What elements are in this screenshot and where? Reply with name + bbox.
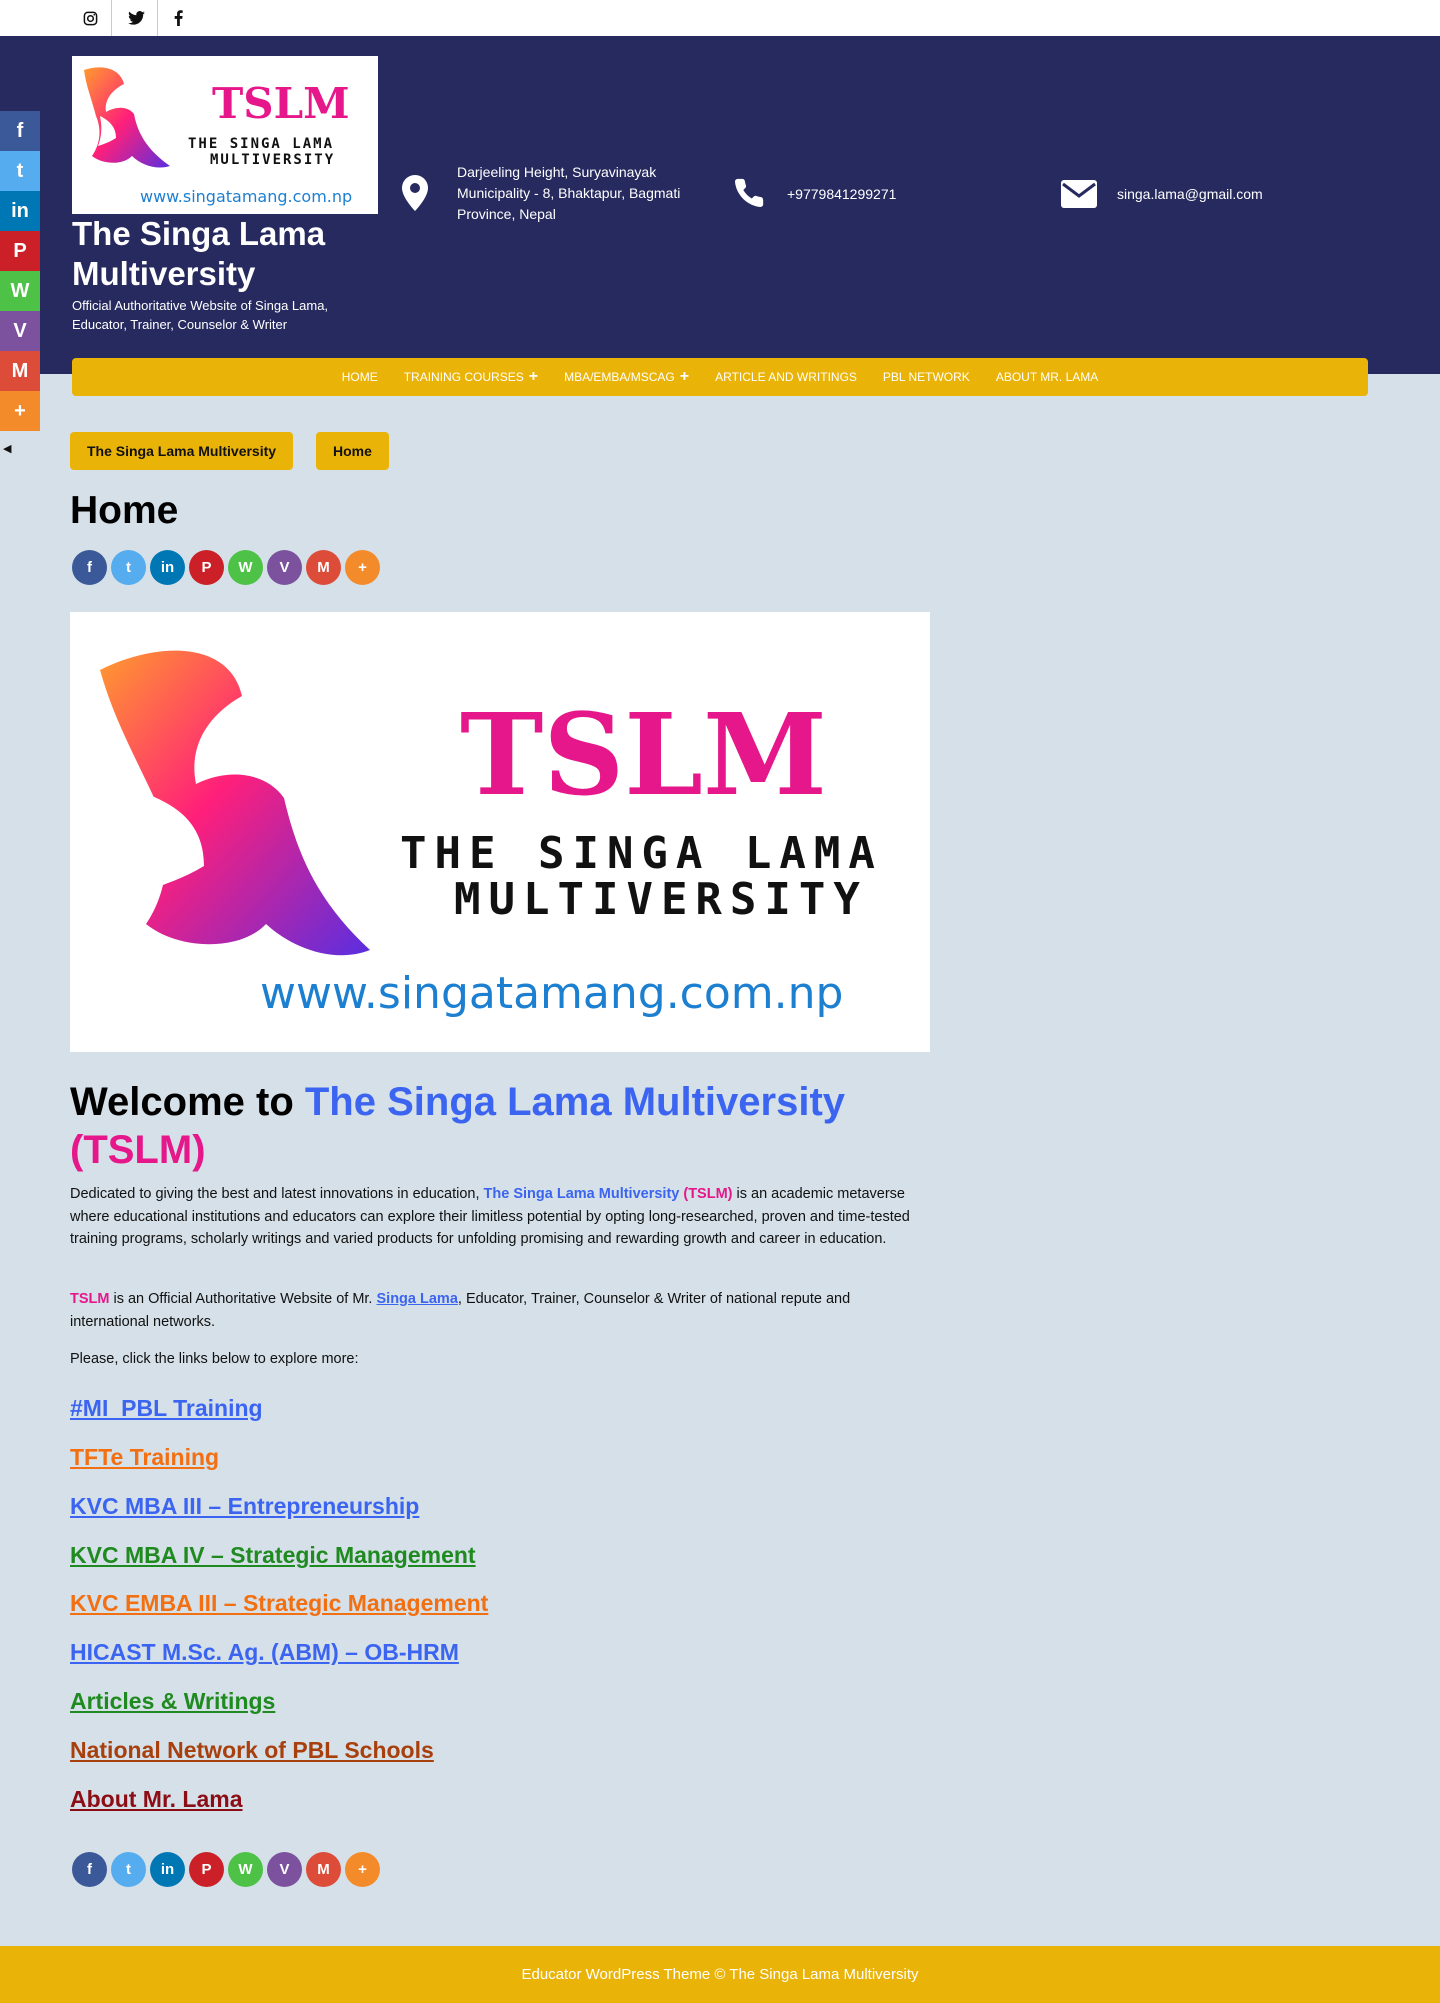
twitter-icon[interactable]: t bbox=[111, 550, 146, 585]
welcome-abbr: (TSLM) bbox=[70, 1128, 206, 1172]
nav-label: ABOUT MR. LAMA bbox=[995, 370, 1099, 384]
gmail-icon[interactable]: M bbox=[0, 351, 40, 391]
site-title[interactable]: The Singa Lama Multiversity bbox=[72, 214, 372, 294]
logo-text: www.singatamang.com.np bbox=[140, 187, 352, 206]
nav-item-about[interactable]: ABOUT MR. LAMA bbox=[996, 370, 1098, 384]
facebook-icon[interactable] bbox=[155, 0, 201, 36]
nav-label: ARTICLE AND WRITINGS bbox=[715, 370, 857, 384]
hero-logo-image: TSLM THE SINGA LAMA MULTIVERSITY www.sin… bbox=[70, 612, 930, 1052]
link-about-mr-lama[interactable]: About Mr. Lama bbox=[70, 1786, 243, 1813]
twitter-icon[interactable]: t bbox=[111, 1852, 146, 1887]
logo-text: www.singatamang.com.np bbox=[260, 968, 843, 1019]
viber-icon[interactable]: V bbox=[267, 1852, 302, 1887]
nav-label: TRAINING COURSES bbox=[403, 370, 524, 384]
share-buttons-top: f t in P W V M + bbox=[72, 550, 380, 585]
twitter-icon[interactable] bbox=[113, 0, 159, 36]
location-pin-icon bbox=[402, 175, 428, 216]
link-articles-writings[interactable]: Articles & Writings bbox=[70, 1688, 275, 1715]
link-kvc-mba-iv[interactable]: KVC MBA IV – Strategic Management bbox=[70, 1542, 476, 1569]
twitter-icon[interactable]: t bbox=[0, 151, 40, 191]
whatsapp-icon[interactable]: W bbox=[0, 271, 40, 311]
site-logo[interactable]: TSLM THE SINGA LAMA MULTIVERSITY www.sin… bbox=[72, 56, 378, 214]
facebook-icon[interactable]: f bbox=[0, 111, 40, 151]
link-mi-pbl-training[interactable]: #MI_PBL Training bbox=[70, 1395, 263, 1422]
breadcrumb-current[interactable]: Home bbox=[316, 432, 389, 470]
link-tfte-training[interactable]: TFTe Training bbox=[70, 1444, 219, 1471]
instagram-icon[interactable] bbox=[67, 0, 113, 36]
pinterest-icon[interactable]: P bbox=[0, 231, 40, 271]
nav-label: MBA/EMBA/MSCAG bbox=[564, 370, 675, 384]
top-social-bar bbox=[0, 0, 1440, 36]
link-pbl-schools[interactable]: National Network of PBL Schools bbox=[70, 1737, 434, 1764]
linkedin-icon[interactable]: in bbox=[0, 191, 40, 231]
site-footer: Educator WordPress Theme © The Singa Lam… bbox=[0, 1946, 1440, 2003]
site-tagline: Official Authoritative Website of Singa … bbox=[72, 298, 329, 332]
linkedin-icon[interactable]: in bbox=[150, 550, 185, 585]
nav-item-home[interactable]: HOME bbox=[342, 370, 378, 384]
contact-address: Darjeeling Height, Suryavinayak Municipa… bbox=[457, 164, 681, 222]
welcome-prefix: Welcome to bbox=[70, 1080, 305, 1124]
divider bbox=[111, 0, 112, 36]
whatsapp-icon[interactable]: W bbox=[228, 1852, 263, 1887]
about-abbr: TSLM bbox=[70, 1291, 110, 1307]
nav-item-mba[interactable]: MBA/EMBA/MSCAG + bbox=[564, 369, 689, 385]
pinterest-icon[interactable]: P bbox=[189, 1852, 224, 1887]
intro-text: Dedicated to giving the best and latest … bbox=[70, 1186, 484, 1202]
nav-item-articles[interactable]: ARTICLE AND WRITINGS bbox=[715, 370, 857, 384]
explore-prompt: Please, click the links below to explore… bbox=[70, 1351, 359, 1367]
logo-text: MULTIVERSITY bbox=[454, 874, 868, 925]
more-icon[interactable]: + bbox=[0, 391, 40, 431]
hide-share-bar-icon[interactable]: ◀ bbox=[3, 442, 11, 455]
linkedin-icon[interactable]: in bbox=[150, 1852, 185, 1887]
intro-abbr: (TSLM) bbox=[683, 1186, 733, 1202]
more-icon[interactable]: + bbox=[345, 550, 380, 585]
welcome-heading: Welcome to The Singa Lama Multiversity (… bbox=[70, 1078, 930, 1174]
logo-mark: TSLM bbox=[212, 79, 350, 128]
whatsapp-icon[interactable]: W bbox=[228, 550, 263, 585]
pinterest-icon[interactable]: P bbox=[189, 550, 224, 585]
phone-icon bbox=[732, 176, 766, 215]
intro-paragraph: Dedicated to giving the best and latest … bbox=[70, 1183, 910, 1251]
about-paragraph: TSLM is an Official Authoritative Websit… bbox=[70, 1288, 910, 1333]
page-title: Home bbox=[70, 489, 179, 532]
plus-icon[interactable]: + bbox=[529, 369, 538, 385]
facebook-icon[interactable]: f bbox=[72, 550, 107, 585]
gmail-icon[interactable]: M bbox=[306, 550, 341, 585]
nav-label: HOME bbox=[341, 370, 378, 384]
singa-lama-link[interactable]: Singa Lama bbox=[377, 1291, 458, 1307]
about-text: is an Official Authoritative Website of … bbox=[109, 1291, 377, 1307]
footer-credit: Educator WordPress Theme © The Singa Lam… bbox=[521, 1966, 919, 1983]
contact-email[interactable]: singa.lama@gmail.com bbox=[1117, 184, 1263, 205]
facebook-icon[interactable]: f bbox=[72, 1852, 107, 1887]
nav-item-training-courses[interactable]: TRAINING COURSES + bbox=[403, 369, 538, 385]
more-icon[interactable]: + bbox=[345, 1852, 380, 1887]
nav-item-pbl-network[interactable]: PBL NETWORK bbox=[883, 370, 970, 384]
welcome-name: The Singa Lama Multiversity bbox=[304, 1080, 846, 1124]
logo-text: TSLM bbox=[460, 690, 827, 821]
intro-name: The Singa Lama Multiversity bbox=[483, 1186, 680, 1202]
link-kvc-emba-iii[interactable]: KVC EMBA III – Strategic Management bbox=[70, 1590, 488, 1617]
nav-label: PBL NETWORK bbox=[882, 370, 970, 384]
link-kvc-mba-iii[interactable]: KVC MBA III – Entrepreneurship bbox=[70, 1493, 419, 1520]
share-buttons-bottom: f t in P W V M + bbox=[72, 1852, 380, 1887]
logo-text: THE SINGA LAMA bbox=[188, 136, 334, 152]
breadcrumb-site[interactable]: The Singa Lama Multiversity bbox=[70, 432, 294, 470]
plus-icon[interactable]: + bbox=[680, 369, 689, 385]
envelope-icon bbox=[1061, 180, 1097, 213]
contact-phone[interactable]: +9779841299271 bbox=[787, 184, 896, 205]
logo-text: MULTIVERSITY bbox=[210, 152, 335, 168]
viber-icon[interactable]: V bbox=[0, 311, 40, 351]
main-navigation: HOME TRAINING COURSES + MBA/EMBA/MSCAG + A… bbox=[72, 358, 1368, 396]
floating-share-bar: f t in P W V M + bbox=[0, 111, 40, 431]
viber-icon[interactable]: V bbox=[267, 550, 302, 585]
link-hicast-msc[interactable]: HICAST M.Sc. Ag. (ABM) – OB-HRM bbox=[70, 1639, 459, 1666]
logo-text: THE SINGA LAMA bbox=[400, 828, 883, 879]
gmail-icon[interactable]: M bbox=[306, 1852, 341, 1887]
